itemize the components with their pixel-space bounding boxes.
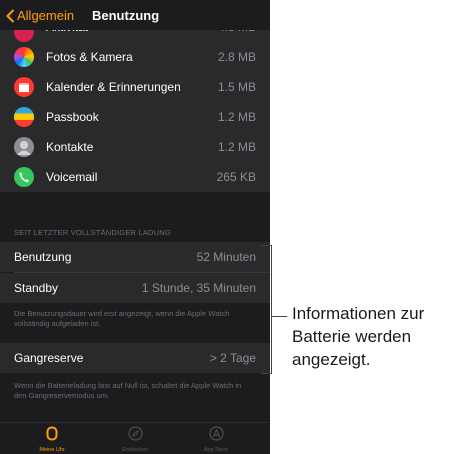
iphone-screen: Aktivität 4.8 MB Fotos & Kamera 2.8 MB K… bbox=[0, 0, 270, 454]
tab-my-watch[interactable]: Meine Uhr bbox=[22, 426, 82, 453]
app-size: 1.2 MB bbox=[217, 110, 256, 124]
passbook-icon bbox=[14, 107, 34, 127]
reserve-note: Wenn die Batterieladung fast auf Null is… bbox=[14, 381, 242, 400]
app-name: Voicemail bbox=[46, 170, 98, 184]
app-name: Kalender & Erinnerungen bbox=[46, 80, 181, 94]
tab-label: App Store bbox=[203, 447, 229, 453]
app-name: Passbook bbox=[46, 110, 99, 124]
list-item-passbook[interactable]: Passbook 1.2 MB bbox=[0, 102, 270, 132]
reserve-row: Gangreserve > 2 Tage bbox=[0, 343, 270, 373]
standby-row: Standby 1 Stunde, 35 Minuten bbox=[0, 273, 270, 303]
back-button[interactable]: Allgemein bbox=[6, 8, 74, 23]
tab-app-store[interactable]: App Store bbox=[186, 426, 246, 453]
app-name: Kontakte bbox=[46, 140, 94, 154]
standby-label: Standby bbox=[14, 281, 59, 295]
app-size: 1.5 MB bbox=[217, 80, 256, 94]
usage-label: Benutzung bbox=[14, 250, 72, 264]
calendar-icon bbox=[14, 77, 34, 97]
callout-leader-line bbox=[271, 316, 287, 317]
reserve-label: Gangreserve bbox=[14, 351, 84, 365]
usage-value: 52 Minuten bbox=[196, 250, 256, 264]
app-size: 1.2 MB bbox=[217, 140, 256, 154]
page-title: Benutzung bbox=[92, 8, 160, 23]
reserve-value: > 2 Tage bbox=[209, 351, 256, 365]
photos-icon bbox=[14, 47, 34, 67]
callout-bracket bbox=[261, 245, 272, 374]
phone-icon bbox=[14, 167, 34, 187]
app-usage-list: Aktivität 4.8 MB Fotos & Kamera 2.8 MB K… bbox=[0, 20, 270, 192]
tab-discover[interactable]: Entdecken bbox=[105, 426, 165, 453]
compass-icon bbox=[128, 426, 142, 441]
back-label: Allgemein bbox=[17, 8, 75, 23]
tab-label: Meine Uhr bbox=[39, 447, 65, 453]
app-size: 265 KB bbox=[216, 170, 256, 184]
tab-label: Entdecken bbox=[122, 447, 148, 453]
tab-bar: Meine Uhr Entdecken App Store bbox=[0, 422, 270, 454]
usage-row: Benutzung 52 Minuten bbox=[0, 242, 270, 272]
navigation-bar: Allgemein Benutzung bbox=[0, 0, 270, 30]
list-item-contacts[interactable]: Kontakte 1.2 MB bbox=[0, 132, 270, 162]
chevron-left-icon bbox=[6, 8, 15, 23]
list-item-calendar[interactable]: Kalender & Erinnerungen 1.5 MB bbox=[0, 72, 270, 102]
watch-icon bbox=[46, 426, 58, 441]
section-header: SEIT LETZTER VOLLSTÄNDIGER LADUNG bbox=[14, 228, 171, 237]
standby-value: 1 Stunde, 35 Minuten bbox=[141, 281, 256, 295]
usage-note: Die Benutzungsdauer wird erst angezeigt,… bbox=[14, 309, 230, 328]
app-store-icon bbox=[209, 426, 223, 441]
list-item-photos[interactable]: Fotos & Kamera 2.8 MB bbox=[0, 42, 270, 72]
app-name: Fotos & Kamera bbox=[46, 50, 133, 64]
callout-text: Informationen zur Batterie werden angeze… bbox=[292, 304, 425, 369]
contacts-icon bbox=[14, 137, 34, 157]
list-item-voicemail[interactable]: Voicemail 265 KB bbox=[0, 162, 270, 192]
app-size: 2.8 MB bbox=[217, 50, 256, 64]
